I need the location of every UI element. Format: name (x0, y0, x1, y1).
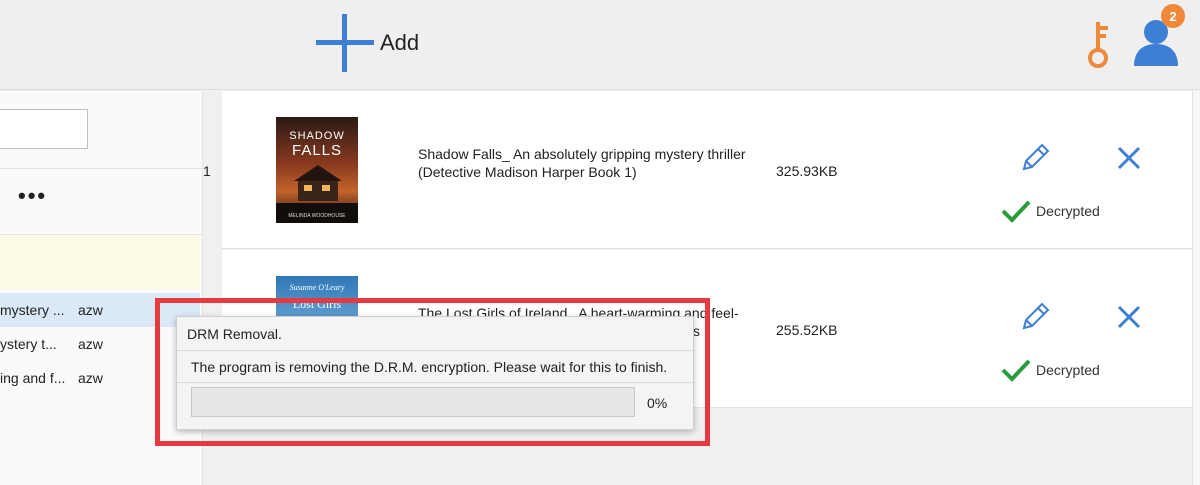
row-number: 1 (203, 163, 211, 179)
sidebar-highlight-area (0, 235, 200, 289)
status-label: Decrypted (1036, 362, 1100, 378)
add-button[interactable]: Add (316, 14, 419, 72)
notification-badge: 2 (1161, 4, 1185, 28)
sidebar-book-item[interactable]: ystery t... azw (0, 327, 200, 361)
library-sidebar: ••• mystery ... azw ystery t... azw ing … (0, 91, 203, 485)
dialog-divider (177, 350, 693, 351)
edit-icon[interactable] (1018, 139, 1054, 175)
sidebar-divider (0, 168, 203, 169)
book-cover-image: SHADOW FALLS MELINDA WOODHOUSE (276, 117, 358, 223)
dialog-message: The program is removing the D.R.M. encry… (191, 359, 668, 375)
status-label: Decrypted (1036, 203, 1100, 219)
more-options-button[interactable]: ••• (18, 185, 47, 207)
dialog-divider (177, 382, 693, 383)
cover-author: Susanne O'Leary (290, 283, 345, 292)
cover-title-line2: FALLS (292, 142, 342, 159)
scrollbar[interactable] (1192, 91, 1200, 485)
delete-icon[interactable] (1116, 304, 1142, 330)
delete-icon[interactable] (1116, 145, 1142, 171)
cover-title-line1: SHADOW (289, 130, 345, 142)
sidebar-book-item[interactable]: mystery ... azw (0, 293, 200, 327)
file-size: 325.93KB (776, 163, 838, 179)
search-input[interactable] (0, 109, 88, 149)
add-button-label: Add (380, 30, 420, 55)
decrypt-status: Decrypted (1000, 199, 1100, 223)
plus-icon (316, 14, 374, 72)
progress-bar (191, 387, 635, 417)
drm-removal-dialog: DRM Removal. The program is removing the… (176, 316, 694, 430)
progress-percent: 0% (647, 395, 668, 411)
file-size: 255.52KB (776, 322, 838, 338)
sidebar-book-item[interactable]: ing and f... azw (0, 361, 200, 395)
cover-title: Lost Girls (293, 297, 342, 311)
sidebar-book-list: mystery ... azw ystery t... azw ing and … (0, 293, 200, 395)
decrypt-status: Decrypted (1000, 358, 1100, 382)
book-title: mystery ... (0, 302, 65, 318)
edit-icon[interactable] (1018, 298, 1054, 334)
book-format: azw (78, 302, 103, 318)
book-row[interactable]: SHADOW FALLS MELINDA WOODHOUSE Shadow Fa… (222, 91, 1192, 249)
dialog-title: DRM Removal. (187, 326, 282, 342)
book-title: Shadow Falls_ An absolutely gripping mys… (418, 146, 746, 180)
checkmark-icon (1001, 200, 1031, 223)
top-toolbar: Add 2 (0, 0, 1200, 90)
book-title: ystery t... (0, 336, 57, 352)
book-title: ing and f... (0, 370, 66, 386)
book-format: azw (78, 336, 103, 352)
cover-author: MELINDA WOODHOUSE (288, 213, 346, 219)
checkmark-icon (1001, 359, 1031, 382)
book-format: azw (78, 370, 103, 386)
key-icon[interactable] (1080, 18, 1116, 70)
